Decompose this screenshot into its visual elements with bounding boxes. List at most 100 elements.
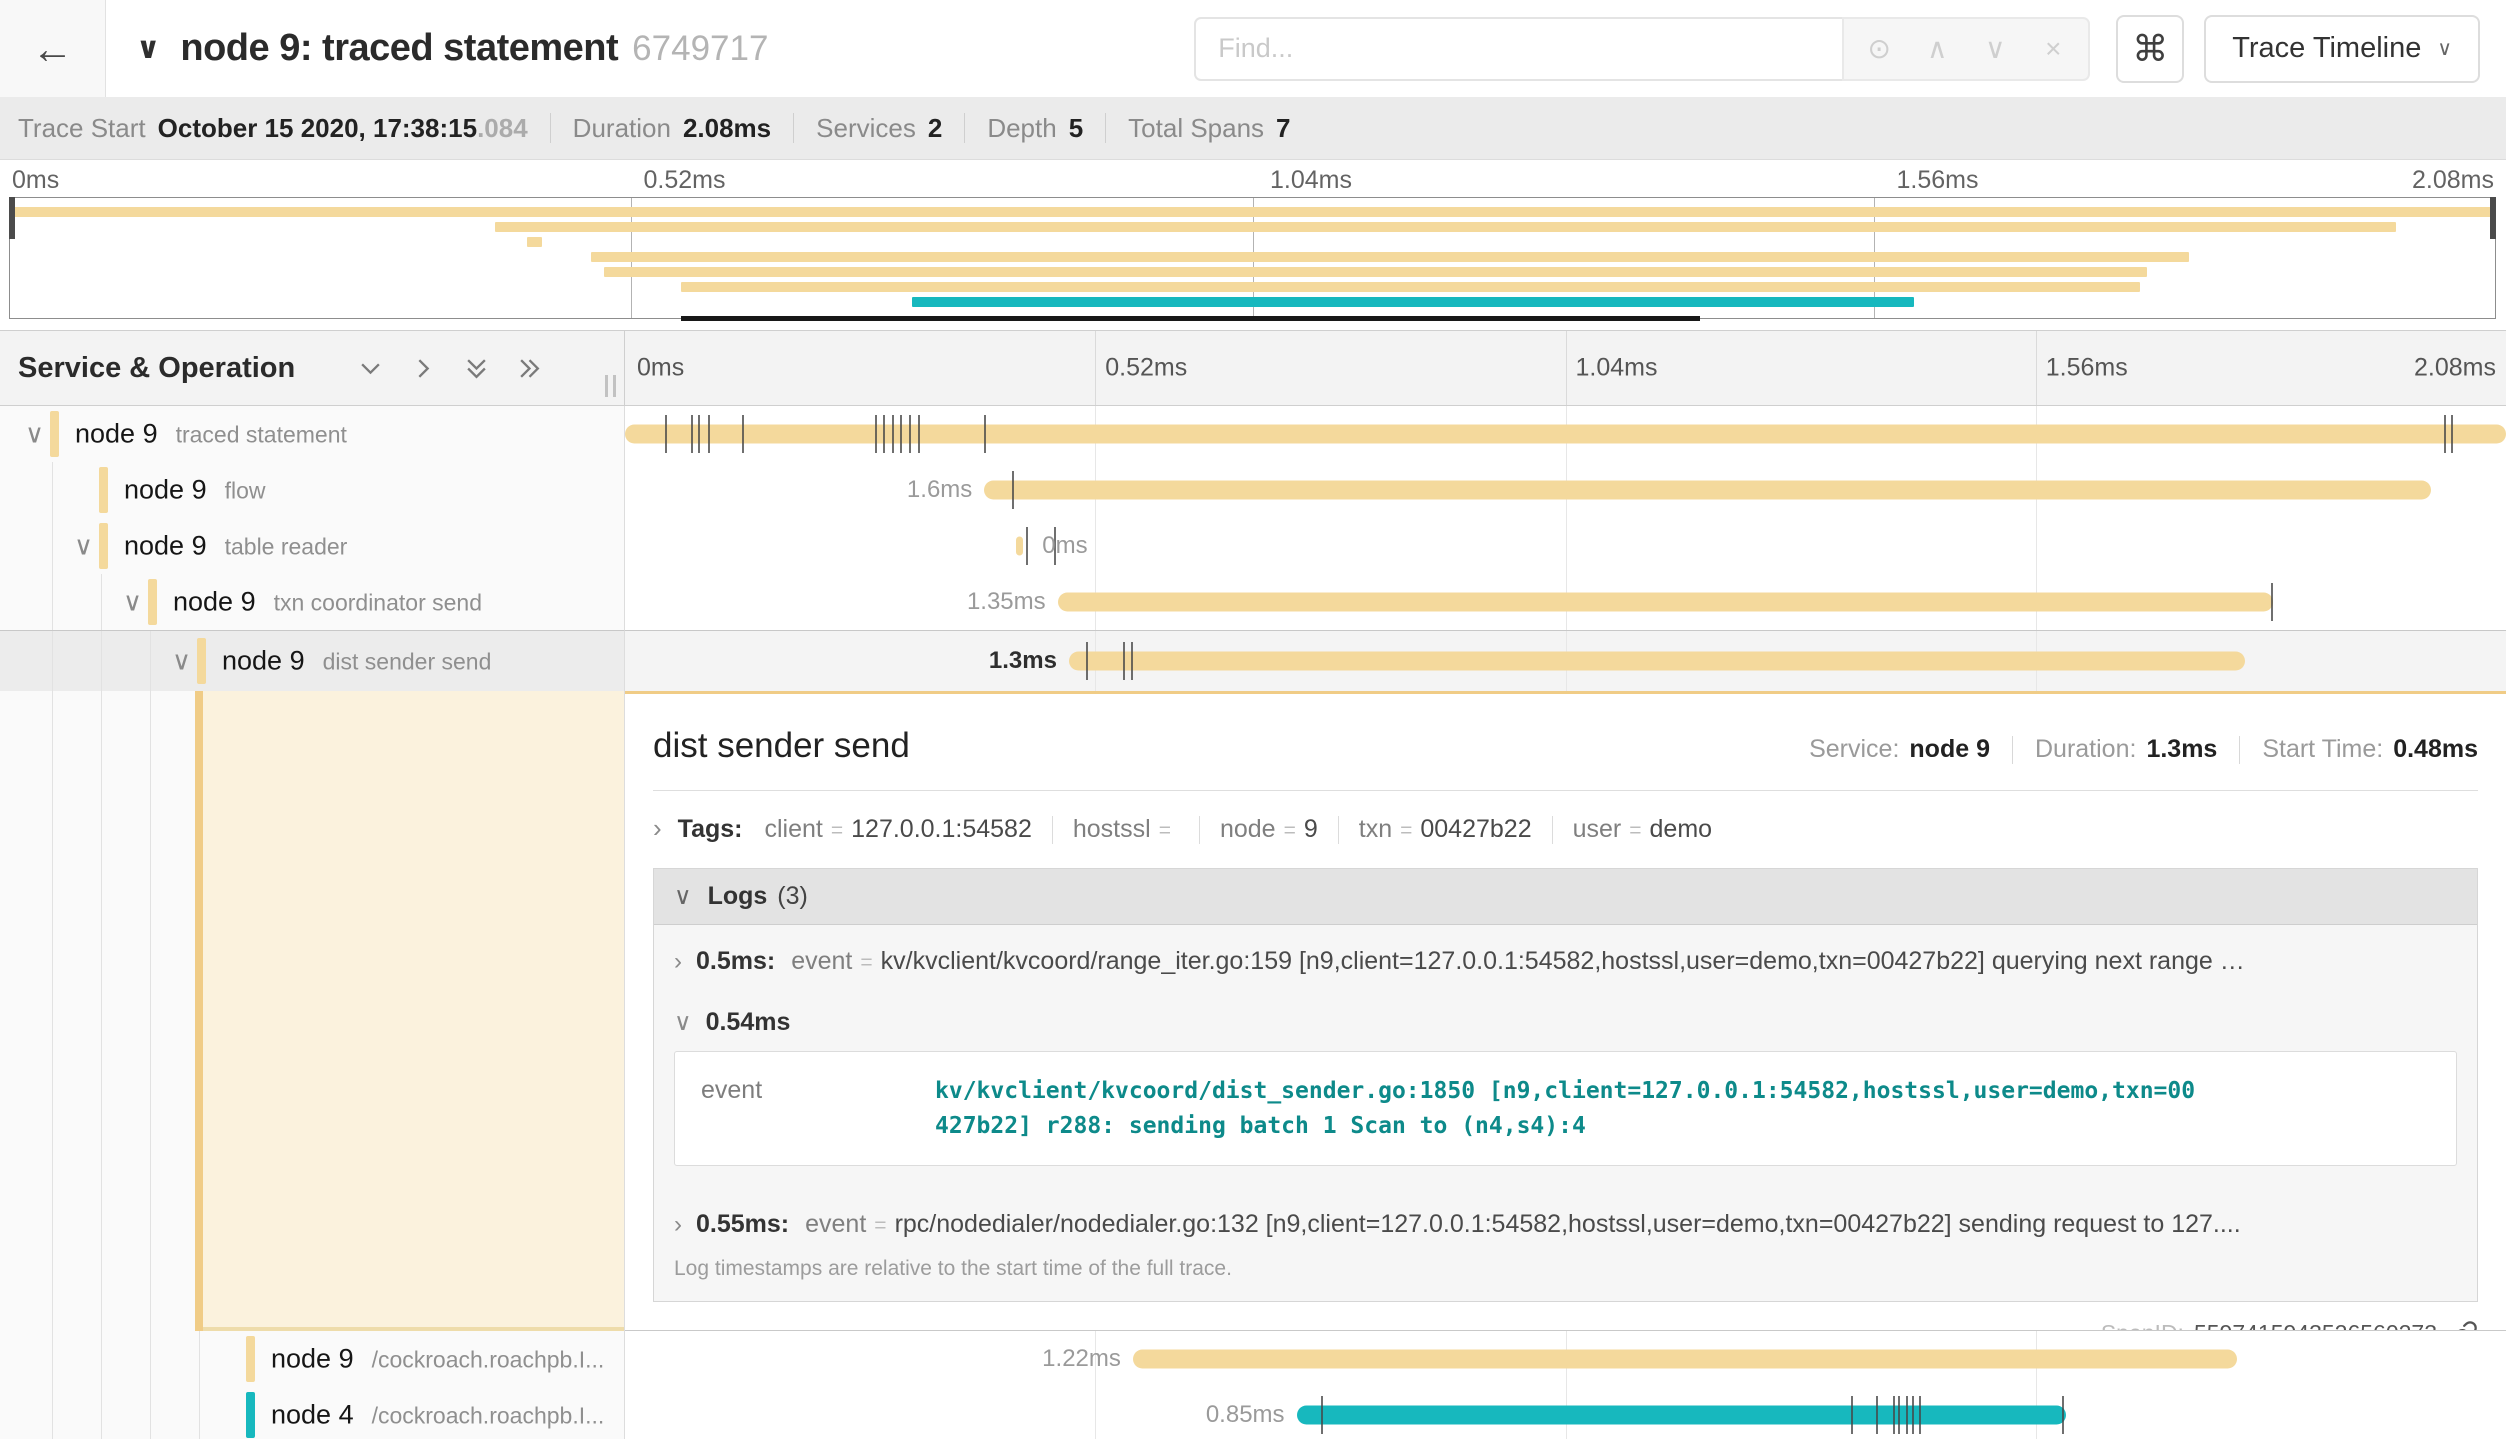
span-row-name-cell[interactable]: ∨ node 9txn coordinator send [0, 574, 625, 630]
ruler-tick-label: 1.56ms [2046, 354, 2128, 383]
app-header: ← ∨ node 9: traced statement 6749717 ⊙ ∧… [0, 0, 2506, 97]
span-row[interactable]: ∨node 9traced statement [0, 406, 2506, 462]
chevron-down-icon: ∨ [2437, 36, 2452, 61]
span-duration-bar[interactable] [1069, 652, 2245, 671]
span-row-name-cell[interactable]: node 9/cockroach.roachpb.I... [0, 1331, 625, 1387]
timeline-header: Service & Operation 0ms0.52ms1.04ms1.56m… [0, 330, 2506, 406]
span-row-timeline-cell[interactable]: 0.85ms [625, 1387, 2506, 1439]
collapse-all-icon[interactable] [465, 357, 488, 380]
span-id-value: 5597415943526560273 [2194, 1320, 2437, 1331]
log-marker-tick [1321, 1396, 1323, 1434]
logs-label: Logs [708, 882, 768, 911]
span-row[interactable]: node 9/cockroach.roachpb.I...1.22ms [0, 1331, 2506, 1387]
minimap-right-handle-icon[interactable] [2490, 197, 2496, 239]
tag-value: demo [1650, 815, 1713, 844]
span-duration-bar[interactable] [1297, 1406, 2066, 1425]
operation-name: table reader [225, 534, 348, 560]
span-row[interactable]: node 9flow1.6ms [0, 462, 2506, 518]
summary-label: Depth [987, 113, 1056, 144]
expand-one-icon[interactable] [412, 357, 435, 380]
tags-label: Tags: [678, 815, 743, 844]
operation-name: /cockroach.roachpb.I... [372, 1403, 605, 1429]
tag-item[interactable]: node=9 [1220, 815, 1318, 844]
summary-label: Duration [573, 113, 671, 144]
column-resize-grip[interactable] [605, 375, 616, 397]
span-expand-chevron-icon[interactable]: ∨ [74, 531, 93, 562]
tag-item[interactable]: hostssl= [1073, 815, 1179, 844]
span-row[interactable]: ∨node 9dist sender send 1.3ms [0, 630, 2506, 691]
tag-item[interactable]: client=127.0.0.1:54582 [765, 815, 1032, 844]
tag-value: 00427b22 [1420, 815, 1531, 844]
page-title: node 9: traced statement [180, 27, 618, 70]
chevron-right-icon: › [674, 948, 682, 976]
span-duration-bar[interactable] [1058, 593, 2273, 612]
span-row[interactable]: ∨ node 9txn coordinator send 1.35ms [0, 574, 2506, 630]
minimap-canvas[interactable] [9, 197, 2496, 319]
operation-name: traced statement [176, 422, 347, 448]
service-name: node 9 [124, 475, 207, 505]
collapse-one-icon[interactable] [359, 357, 382, 380]
logs-header[interactable]: ∨ Logs (3) [654, 869, 2477, 925]
summary-value: 7 [1276, 113, 1290, 144]
span-expand-chevron-icon[interactable]: ∨ [172, 646, 191, 677]
span-row-timeline-cell[interactable]: 1.22ms [625, 1331, 2506, 1387]
tag-separator [1199, 816, 1200, 844]
locate-match-icon[interactable]: ⊙ [1850, 32, 1908, 65]
minimap-left-handle-icon[interactable] [9, 197, 15, 239]
find-input[interactable] [1194, 17, 1842, 81]
clear-find-icon[interactable]: × [2024, 33, 2082, 65]
span-row[interactable]: node 4/cockroach.roachpb.I...0.85ms [0, 1387, 2506, 1439]
log-fields: event=rpc/nodedialer/nodedialer.go:132 [… [805, 1210, 2241, 1239]
log-entry-row-expanded[interactable]: ∨0.54ms [654, 986, 2477, 1041]
operation-name: dist sender send [323, 649, 492, 675]
expand-all-icon[interactable] [518, 357, 541, 380]
keyboard-shortcuts-button[interactable]: ⌘ [2116, 15, 2184, 83]
span-row-name-cell[interactable]: ∨node 9traced statement [0, 406, 625, 462]
log-entry-row[interactable]: ›0.5ms:event=kv/kvclient/kvcoord/range_i… [654, 925, 2477, 986]
collapse-title-chevron-icon[interactable]: ∨ [136, 31, 160, 66]
log-timestamp: 0.55ms: [696, 1210, 789, 1239]
link-icon[interactable] [2451, 1320, 2478, 1331]
tag-equals: = [1284, 819, 1296, 843]
span-expand-chevron-icon[interactable]: ∨ [123, 587, 142, 618]
log-marker-tick [2271, 583, 2273, 621]
log-entry-row[interactable]: › 0.55ms: event=rpc/nodedialer/nodedialer.… [654, 1188, 2477, 1249]
span-row-timeline-cell[interactable] [625, 406, 2506, 462]
ruler-gridline [1095, 331, 1096, 405]
meta-value: 1.3ms [2146, 735, 2217, 764]
span-row-timeline-cell[interactable]: 0ms [625, 518, 2506, 574]
span-duration-label: 1.3ms [989, 647, 1057, 675]
span-expand-chevron-icon[interactable]: ∨ [25, 419, 44, 450]
indent-guide [101, 574, 102, 630]
span-row-name-cell[interactable]: ∨node 9table reader [0, 518, 625, 574]
service-name: node 9 [271, 1344, 354, 1374]
span-duration-bar[interactable] [1016, 537, 1023, 556]
tag-key: hostssl [1073, 815, 1151, 844]
tag-item[interactable]: txn=00427b22 [1359, 815, 1532, 844]
trace-view-selector[interactable]: Trace Timeline ∨ [2204, 15, 2480, 83]
span-id-label: SpanID: [2101, 1320, 2184, 1331]
tag-item[interactable]: user=demo [1573, 815, 1712, 844]
span-row-name-cell[interactable]: node 4/cockroach.roachpb.I... [0, 1387, 625, 1439]
indent-guide [150, 1387, 151, 1439]
span-row-timeline-cell[interactable]: 1.3ms [625, 630, 2506, 691]
span-row-timeline-cell[interactable]: 1.35ms [625, 574, 2506, 630]
span-row-timeline-cell[interactable]: 1.6ms [625, 462, 2506, 518]
find-controls: ⊙ ∧ ∨ × [1842, 17, 2090, 81]
span-duration-bar[interactable] [984, 481, 2430, 500]
span-row-name-cell[interactable]: node 9flow [0, 462, 625, 518]
tags-accordion[interactable]: › Tags: client=127.0.0.1:54582hostssl=no… [653, 813, 2478, 844]
log-marker-tick [918, 415, 920, 453]
span-row[interactable]: ∨node 9table reader0ms [0, 518, 2506, 574]
service-name: node 4 [271, 1400, 354, 1430]
back-button[interactable]: ← [0, 0, 106, 97]
span-row-name-cell[interactable]: ∨node 9dist sender send [0, 630, 625, 691]
span-row-label: node 9txn coordinator send [173, 587, 482, 618]
log-event-detail-box: eventkv/kvclient/kvcoord/dist_sender.go:… [674, 1051, 2457, 1166]
indent-guide [101, 1331, 102, 1387]
chevron-right-icon: › [674, 1211, 682, 1239]
next-match-icon[interactable]: ∨ [1966, 32, 2024, 65]
prev-match-icon[interactable]: ∧ [1908, 32, 1966, 65]
span-duration-bar[interactable] [625, 425, 2506, 444]
span-duration-bar[interactable] [1133, 1350, 2237, 1369]
